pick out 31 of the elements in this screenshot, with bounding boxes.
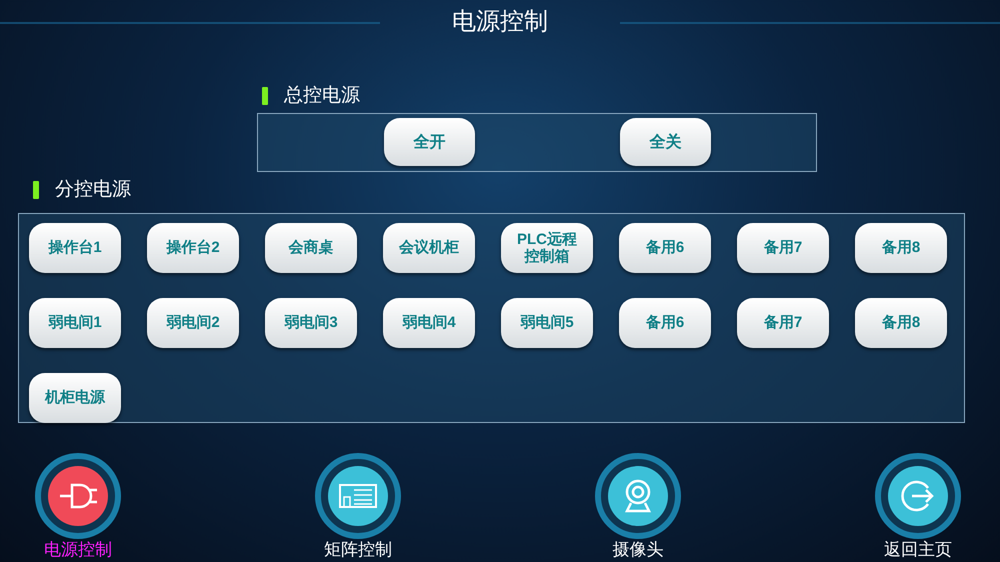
power-button[interactable]: 弱电间2 (147, 298, 239, 348)
power-button[interactable]: 备用6 (619, 298, 711, 348)
power-button[interactable]: 备用7 (737, 298, 829, 348)
section-heading: 总控电源 (284, 84, 360, 108)
power-button[interactable]: 操作台1 (29, 222, 121, 272)
power-button[interactable]: PLC远程控制箱 (501, 222, 593, 272)
power-button[interactable]: 机柜电源 (29, 372, 121, 422)
power-button[interactable]: 弱电间1 (29, 298, 121, 348)
section-heading: 分控电源 (55, 178, 131, 202)
section-marker (33, 181, 39, 200)
page-title: 电源控制 (452, 7, 548, 37)
nav-label[interactable]: 电源控制 (44, 536, 112, 562)
power-button[interactable]: 弱电间3 (265, 298, 357, 348)
power-button[interactable]: 操作台2 (147, 222, 239, 272)
power-button[interactable]: 会商桌 (265, 222, 357, 272)
power-button[interactable]: 备用8 (855, 298, 947, 348)
power-button[interactable]: 全开 (384, 118, 475, 166)
power-button[interactable]: 弱电间4 (383, 298, 475, 348)
exit-icon (900, 478, 936, 514)
webcam-icon (622, 478, 654, 514)
power-button[interactable]: 备用8 (855, 222, 947, 272)
server-icon (338, 482, 378, 508)
power-button[interactable]: 会议机柜 (383, 222, 475, 272)
nav-label[interactable]: 矩阵控制 (324, 536, 392, 562)
power-button[interactable]: 弱电间5 (501, 298, 593, 348)
power-button[interactable]: 备用7 (737, 222, 829, 272)
power-button[interactable]: 备用6 (619, 222, 711, 272)
nav-label[interactable]: 返回主页 (884, 536, 952, 562)
power-button[interactable]: 全关 (620, 118, 711, 166)
nav-label[interactable]: 摄像头 (612, 536, 664, 562)
section-marker (262, 87, 268, 106)
